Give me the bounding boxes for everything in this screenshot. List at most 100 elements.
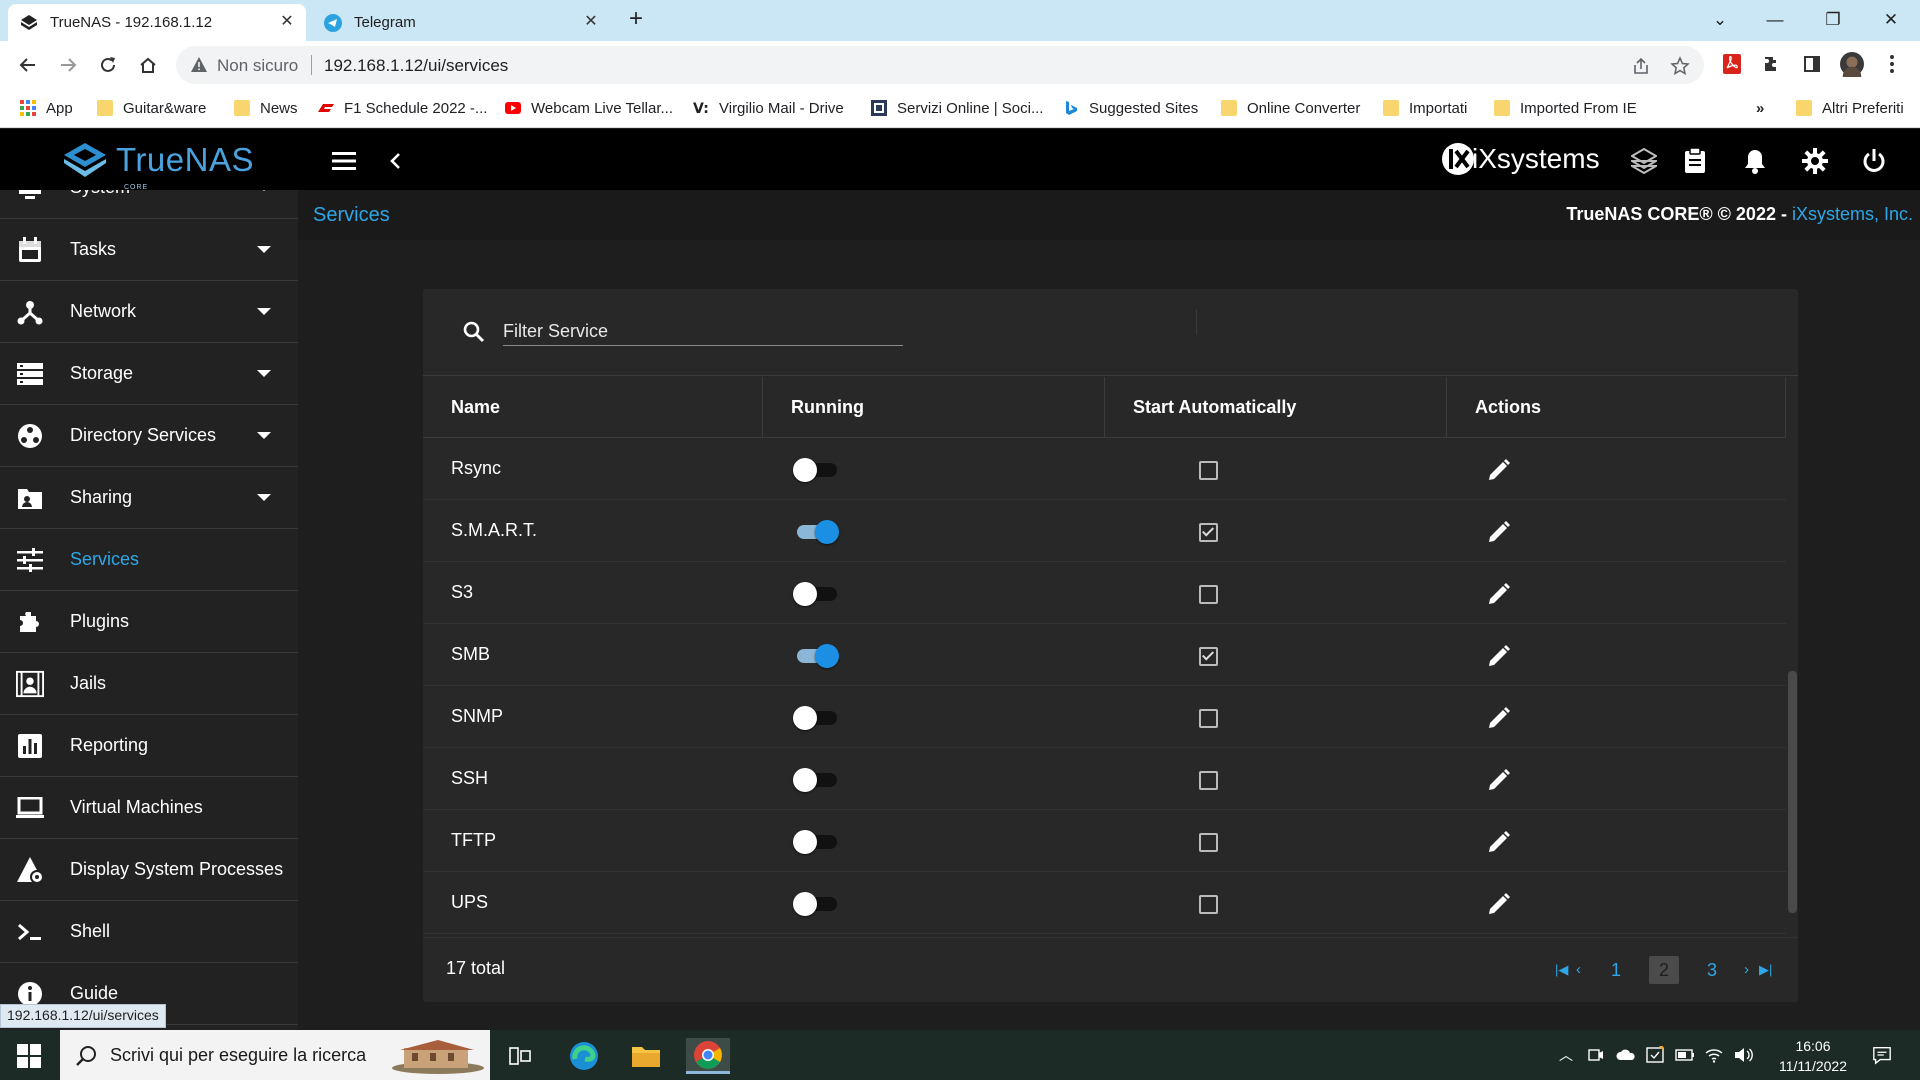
volume-icon[interactable] <box>1734 1045 1754 1065</box>
running-toggle[interactable] <box>793 582 839 606</box>
start-automatically-checkbox[interactable] <box>1199 833 1218 852</box>
edit-pencil-icon[interactable] <box>1486 829 1512 855</box>
edit-pencil-icon[interactable] <box>1486 643 1512 669</box>
bookmark-news[interactable]: News <box>234 96 298 120</box>
column-header-start-automatically[interactable]: Start Automatically <box>1105 377 1447 438</box>
start-automatically-checkbox[interactable] <box>1199 461 1218 480</box>
file-explorer-icon[interactable] <box>624 1038 668 1074</box>
tab-search-icon[interactable]: ⌄ <box>1705 6 1735 34</box>
chevron-up-icon[interactable]: ︿ <box>1556 1045 1576 1065</box>
settings-gear-icon[interactable] <box>1801 147 1829 175</box>
bookmark-imported-from-ie[interactable]: Imported From IE <box>1494 96 1637 120</box>
edit-pencil-icon[interactable] <box>1486 705 1512 731</box>
start-automatically-checkbox[interactable] <box>1199 895 1218 914</box>
address-bar[interactable]: Non sicuro 192.168.1.12/ui/services <box>176 46 1704 84</box>
start-automatically-checkbox[interactable] <box>1199 709 1218 728</box>
bookmark-suggested-sites[interactable]: Suggested Sites <box>1063 96 1198 120</box>
running-toggle[interactable] <box>793 706 839 730</box>
close-window-button[interactable]: ✕ <box>1876 6 1906 34</box>
last-page-icon[interactable]: ▶| <box>1759 956 1772 984</box>
windows-start-button[interactable] <box>10 1042 48 1070</box>
sidebar-item-system[interactable]: System <box>0 190 298 219</box>
extensions-icon[interactable] <box>1760 52 1784 76</box>
edit-pencil-icon[interactable] <box>1486 457 1512 483</box>
bookmark-f1-schedule[interactable]: F1 Schedule 2022 -... <box>318 96 487 120</box>
previous-page-icon[interactable]: ‹ <box>1576 956 1581 984</box>
bookmark-star-icon[interactable] <box>1670 56 1690 76</box>
home-button[interactable] <box>134 51 162 79</box>
start-automatically-checkbox[interactable] <box>1199 771 1218 790</box>
taskbar-search-box[interactable]: Scrivi qui per eseguire la ricerca <box>60 1030 490 1080</box>
tab-telegram[interactable]: Telegram ✕ <box>312 4 610 41</box>
running-toggle[interactable] <box>793 830 839 854</box>
bookmark-servizi-online[interactable]: Servizi Online | Soci... <box>871 96 1043 120</box>
meet-now-icon[interactable] <box>1586 1045 1606 1065</box>
edit-pencil-icon[interactable] <box>1486 581 1512 607</box>
onedrive-icon[interactable] <box>1616 1045 1636 1065</box>
chrome-icon[interactable] <box>686 1038 730 1074</box>
bookmark-other[interactable]: Altri Preferiti <box>1796 96 1904 120</box>
restore-button[interactable]: ❐ <box>1818 6 1848 34</box>
reload-button[interactable] <box>94 51 122 79</box>
collapse-sidebar-icon[interactable] <box>381 147 409 175</box>
battery-icon[interactable] <box>1675 1045 1695 1065</box>
power-icon[interactable] <box>1860 147 1888 175</box>
hamburger-menu-icon[interactable] <box>330 147 358 175</box>
back-button[interactable] <box>14 51 42 79</box>
sidebar-item-network[interactable]: Network <box>0 281 298 343</box>
edit-pencil-icon[interactable] <box>1486 767 1512 793</box>
security-label[interactable]: Non sicuro <box>217 56 298 76</box>
running-toggle[interactable] <box>793 768 839 792</box>
filter-service-input[interactable] <box>503 318 903 346</box>
bookmarks-overflow-button[interactable]: » <box>1756 96 1764 120</box>
task-manager-icon[interactable] <box>1681 147 1709 175</box>
start-automatically-checkbox[interactable] <box>1199 585 1218 604</box>
bookmark-guitarware[interactable]: Guitar&ware <box>97 96 206 120</box>
start-automatically-checkbox[interactable] <box>1199 647 1218 666</box>
sidebar-item-storage[interactable]: Storage <box>0 343 298 405</box>
side-panel-icon[interactable] <box>1800 52 1824 76</box>
edit-pencil-icon[interactable] <box>1486 891 1512 917</box>
minimize-button[interactable]: — <box>1760 6 1790 34</box>
tab-truenas[interactable]: TrueNAS - 192.168.1.12 ✕ <box>8 4 306 41</box>
notifications-center-icon[interactable] <box>1872 1045 1892 1065</box>
first-page-icon[interactable]: |◀ <box>1555 956 1568 984</box>
column-header-name[interactable]: Name <box>423 377 763 438</box>
bookmark-online-converter[interactable]: Online Converter <box>1221 96 1360 120</box>
sidebar-item-services[interactable]: Services <box>0 529 298 591</box>
task-view-icon[interactable] <box>498 1038 542 1074</box>
wifi-icon[interactable] <box>1704 1045 1724 1065</box>
sidebar-item-jails[interactable]: Jails <box>0 653 298 715</box>
start-automatically-checkbox[interactable] <box>1199 523 1218 542</box>
edit-pencil-icon[interactable] <box>1486 519 1512 545</box>
running-toggle[interactable] <box>793 644 839 668</box>
sidebar-item-shell[interactable]: Shell <box>0 901 298 963</box>
page-1-button[interactable]: 1 <box>1611 956 1621 984</box>
truecommand-icon[interactable] <box>1630 147 1658 175</box>
sidebar-item-sharing[interactable]: Sharing <box>0 467 298 529</box>
new-tab-button[interactable]: + <box>624 7 648 32</box>
share-icon[interactable] <box>1631 56 1651 76</box>
bookmark-webcam[interactable]: Webcam Live Tellar... <box>505 96 673 120</box>
sidebar-item-virtual-machines[interactable]: Virtual Machines <box>0 777 298 839</box>
pdf-extension-icon[interactable] <box>1720 52 1744 76</box>
sidebar-item-reporting[interactable]: Reporting <box>0 715 298 777</box>
security-icon[interactable] <box>1645 1045 1665 1065</box>
close-tab-icon[interactable]: ✕ <box>582 13 600 31</box>
close-tab-icon[interactable]: ✕ <box>278 13 296 31</box>
table-scrollbar[interactable] <box>1788 671 1797 913</box>
truenas-logo[interactable]: TrueNAS CORE <box>62 141 254 191</box>
bookmark-virgilio[interactable]: V: Virgilio Mail - Drive <box>693 96 844 120</box>
url-text[interactable]: 192.168.1.12/ui/services <box>324 56 508 76</box>
notifications-bell-icon[interactable] <box>1741 147 1769 175</box>
ixsystems-link[interactable]: iXsystems, Inc. <box>1792 204 1913 224</box>
running-toggle[interactable] <box>793 458 839 482</box>
bookmark-importati[interactable]: Importati <box>1383 96 1467 120</box>
bookmark-apps[interactable]: App <box>20 96 73 120</box>
taskbar-clock[interactable]: 16:06 11/11/2022 <box>1763 1036 1863 1076</box>
forward-button[interactable] <box>54 51 82 79</box>
sidebar-item-plugins[interactable]: Plugins <box>0 591 298 653</box>
breadcrumb[interactable]: Services <box>313 204 390 227</box>
page-3-button[interactable]: 3 <box>1707 956 1717 984</box>
running-toggle[interactable] <box>793 520 839 544</box>
